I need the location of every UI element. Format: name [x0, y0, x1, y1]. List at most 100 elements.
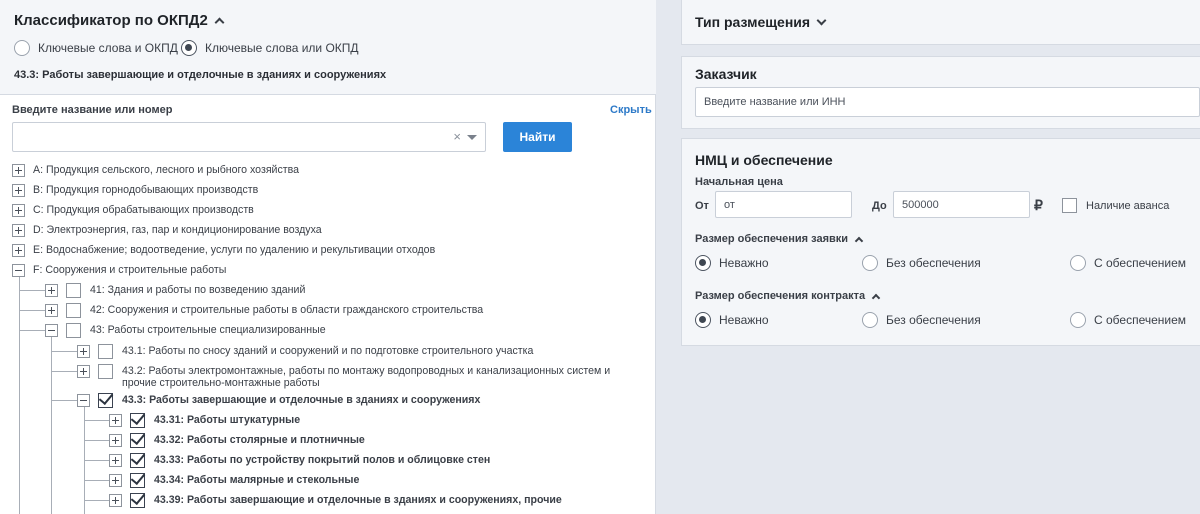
chevron-up-icon[interactable]: [871, 293, 881, 302]
expand-plus-icon[interactable]: [12, 184, 25, 197]
chevron-up-icon[interactable]: [854, 236, 864, 245]
radio-circle-icon: [862, 312, 878, 328]
expand-plus-icon[interactable]: [109, 474, 122, 487]
tree-node-43-32[interactable]: 43.32: Работы столярные и плотничные: [109, 433, 365, 448]
expand-plus-icon[interactable]: [109, 434, 122, 447]
tree-node-41[interactable]: 41: Здания и работы по возведению зданий: [45, 283, 306, 298]
checkbox-checked[interactable]: [130, 433, 145, 448]
dropdown-caret-icon[interactable]: [467, 135, 477, 140]
price-from-input[interactable]: от: [715, 191, 852, 218]
tree-node-43-39[interactable]: 43.39: Работы завершающие и отделочные в…: [109, 493, 562, 508]
radio-label: Ключевые слова и ОКПД: [38, 41, 178, 55]
tree-connector: [84, 420, 109, 421]
contract-security-without-radio[interactable]: Без обеспечения: [862, 312, 981, 328]
contract-security-toggle[interactable]: Размер обеспечения контракта: [695, 290, 881, 302]
checkbox-checked[interactable]: [130, 413, 145, 428]
tree-connector: [84, 480, 109, 481]
clear-icon[interactable]: ×: [453, 129, 461, 144]
tree-node-f[interactable]: F: Сооружения и строительные работы: [12, 264, 226, 277]
tree-node-43-1[interactable]: 43.1: Работы по сносу зданий и сооружени…: [77, 344, 534, 359]
tree-node-43-34[interactable]: 43.34: Работы малярные и стекольные: [109, 473, 359, 488]
expand-plus-icon[interactable]: [45, 284, 58, 297]
bid-security-without-radio[interactable]: Без обеспечения: [862, 255, 981, 271]
radio-label: Без обеспечения: [886, 313, 981, 327]
tree-node-label: 43.31: Работы штукатурные: [154, 414, 301, 426]
tree-node-label: C: Продукция обрабатывающих производств: [33, 204, 254, 216]
tree-node-d[interactable]: D: Электроэнергия, газ, пар и кондициони…: [12, 224, 322, 237]
tree-node-43-31[interactable]: 43.31: Работы штукатурные: [109, 413, 301, 428]
radio-circle-icon: [14, 40, 30, 56]
from-label: От: [695, 200, 709, 212]
tree-node-43-3[interactable]: 43.3: Работы завершающие и отделочные в …: [77, 393, 480, 408]
expand-plus-icon[interactable]: [12, 244, 25, 257]
tree-node-label: 43.2: Работы электромонтажные, работы по…: [122, 365, 610, 389]
price-to-input[interactable]: 500000: [893, 191, 1030, 218]
radio-circle-icon: [862, 255, 878, 271]
checkbox-unchecked[interactable]: [98, 364, 113, 379]
collapse-minus-icon[interactable]: [12, 264, 25, 277]
expand-plus-icon[interactable]: [109, 414, 122, 427]
bid-security-title: Размер обеспечения заявки: [695, 233, 849, 245]
radio-label: Неважно: [719, 256, 769, 270]
expand-plus-icon[interactable]: [109, 454, 122, 467]
okpd-search-input[interactable]: ×: [12, 122, 486, 152]
expand-plus-icon[interactable]: [12, 224, 25, 237]
tree-node-e[interactable]: E: Водоснабжение; водоотведение, услуги …: [12, 244, 435, 257]
initial-price-label: Начальная цена: [695, 176, 783, 188]
contract-security-with-radio[interactable]: С обеспечением: [1070, 312, 1186, 328]
placement-type-card: Тип размещения: [681, 0, 1200, 45]
bid-security-any-radio[interactable]: Неважно: [695, 255, 769, 271]
bid-security-with-radio[interactable]: С обеспечением: [1070, 255, 1186, 271]
bid-security-toggle[interactable]: Размер обеспечения заявки: [695, 233, 864, 245]
tree-node-b[interactable]: B: Продукция горнодобывающих производств: [12, 184, 258, 197]
customer-search-input[interactable]: Введите название или ИНН: [695, 87, 1200, 117]
tree-node-label: A: Продукция сельского, лесного и рыбног…: [33, 164, 300, 176]
radio-selected-icon: [695, 312, 711, 328]
contract-security-any-radio[interactable]: Неважно: [695, 312, 769, 328]
tree-node-c[interactable]: C: Продукция обрабатывающих производств: [12, 204, 254, 217]
tree-node-43-2[interactable]: 43.2: Работы электромонтажные, работы по…: [77, 364, 610, 389]
checkbox-unchecked[interactable]: [66, 303, 81, 318]
collapse-minus-icon[interactable]: [45, 324, 58, 337]
tree-node-label: B: Продукция горнодобывающих производств: [33, 184, 259, 196]
tree-connector: [84, 460, 109, 461]
radio-label: Без обеспечения: [886, 256, 981, 270]
radio-label: Неважно: [719, 313, 769, 327]
tree-connector: [19, 310, 45, 311]
checkbox-checked[interactable]: [130, 473, 145, 488]
tree-node-43[interactable]: 43: Работы строительные специализированн…: [45, 323, 326, 338]
nmc-card: НМЦ и обеспечение Начальная цена От от Д…: [681, 138, 1200, 346]
expand-plus-icon[interactable]: [77, 345, 90, 358]
find-button[interactable]: Найти: [503, 122, 572, 152]
expand-plus-icon[interactable]: [45, 304, 58, 317]
tree-node-a[interactable]: A: Продукция сельского, лесного и рыбног…: [12, 164, 299, 177]
checkbox-checked[interactable]: [130, 453, 145, 468]
checkbox-checked[interactable]: [98, 393, 113, 408]
expand-plus-icon[interactable]: [12, 204, 25, 217]
radio-keywords-and-okpd[interactable]: Ключевые слова и ОКПД: [14, 40, 178, 56]
chevron-down-icon[interactable]: [816, 15, 827, 26]
tree-node-label: 43.39: Работы завершающие и отделочные в…: [154, 494, 562, 506]
hide-link[interactable]: Скрыть: [610, 104, 652, 116]
tree-node-label: 41: Здания и работы по возведению зданий: [90, 284, 306, 296]
tree-node-label: D: Электроэнергия, газ, пар и кондициони…: [33, 224, 322, 236]
tree-node-label: E: Водоснабжение; водоотведение, услуги …: [33, 244, 436, 256]
chevron-up-icon[interactable]: [214, 17, 225, 28]
tree-node-42[interactable]: 42: Сооружения и строительные работы в о…: [45, 303, 483, 318]
placement-type-toggle[interactable]: Тип размещения: [695, 14, 827, 30]
expand-plus-icon[interactable]: [109, 494, 122, 507]
expand-plus-icon[interactable]: [12, 164, 25, 177]
checkbox-checked[interactable]: [130, 493, 145, 508]
radio-keywords-or-okpd[interactable]: Ключевые слова или ОКПД: [181, 40, 359, 56]
checkbox-unchecked[interactable]: [66, 283, 81, 298]
radio-label: С обеспечением: [1094, 256, 1187, 270]
expand-plus-icon[interactable]: [77, 365, 90, 378]
checkbox-unchecked[interactable]: [66, 323, 81, 338]
okpd-title[interactable]: Классификатор по ОКПД2: [14, 12, 225, 29]
advance-checkbox[interactable]: [1062, 198, 1077, 213]
radio-selected-icon: [181, 40, 197, 56]
tree-node-label: 43.1: Работы по сносу зданий и сооружени…: [122, 345, 534, 357]
collapse-minus-icon[interactable]: [77, 394, 90, 407]
tree-node-43-33[interactable]: 43.33: Работы по устройству покрытий пол…: [109, 453, 490, 468]
checkbox-unchecked[interactable]: [98, 344, 113, 359]
